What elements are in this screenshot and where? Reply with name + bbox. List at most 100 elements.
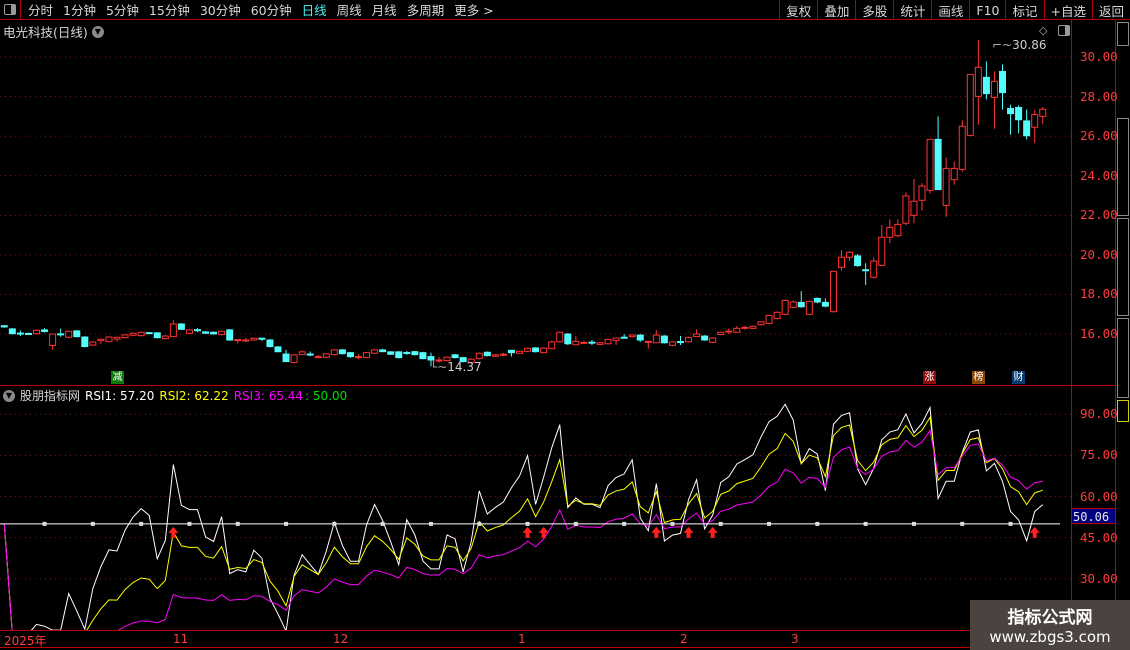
candle-down [532, 347, 540, 353]
candle-up [781, 299, 789, 315]
candle-up [572, 340, 580, 346]
candle-up [355, 356, 362, 359]
candle-up [371, 349, 379, 354]
candle-up [902, 195, 910, 224]
candle-down [226, 329, 234, 341]
candle-down [636, 334, 644, 341]
candle-up [580, 341, 588, 344]
toolbar-button[interactable]: 返回 [1091, 0, 1130, 20]
side-strip-item[interactable] [1117, 118, 1129, 216]
candle-up [1039, 108, 1047, 117]
candle-down [620, 336, 628, 339]
pane-divider[interactable] [0, 385, 1115, 386]
candle-down [507, 349, 515, 354]
candle-up [773, 311, 781, 320]
price-tick-label: 26.00 [1080, 128, 1118, 144]
level-value: : 50.00 [305, 388, 348, 403]
level-marker [622, 521, 627, 526]
low-price-label: └~14.37 [430, 360, 482, 374]
candle-down [24, 332, 32, 335]
watermark: 指标公式网 www.zbgs3.com [970, 600, 1130, 650]
candle-up [668, 341, 676, 346]
rsi3-line [3, 429, 1043, 630]
indicator-name[interactable]: 股朋指标网 [20, 387, 80, 404]
candle-down [306, 353, 314, 356]
level-marker [139, 521, 144, 526]
date-label: 12 [333, 632, 349, 646]
candle-up [725, 330, 733, 333]
buy-signal-arrow-icon [522, 526, 533, 538]
candle-down [16, 332, 24, 335]
candle-up [298, 351, 306, 356]
candle-up [161, 335, 169, 340]
candle-up [49, 333, 57, 347]
level-marker [187, 521, 192, 526]
candle-down [483, 351, 491, 357]
side-strip-item[interactable] [1117, 218, 1129, 316]
candle-up [990, 80, 998, 98]
level-marker [42, 521, 47, 526]
side-strip-item[interactable] [1117, 22, 1129, 46]
candle-up [685, 336, 693, 343]
candle-up [475, 352, 483, 360]
candle-down [999, 70, 1006, 94]
level-marker [573, 521, 578, 526]
level-marker [670, 521, 675, 526]
candle-down [274, 346, 282, 353]
candle-down [934, 138, 942, 191]
level-marker [767, 521, 772, 526]
level-marker [90, 521, 95, 526]
level-marker [911, 521, 916, 526]
candle-up [556, 331, 564, 343]
rsi-tick-label: 30.00 [1080, 570, 1118, 586]
candle-up [242, 339, 250, 342]
buy-signal-arrow-icon [538, 526, 549, 538]
candle-up [717, 331, 725, 335]
candle-up [894, 223, 902, 237]
level-marker [428, 521, 433, 526]
candle-up [709, 337, 717, 343]
candle-down [821, 301, 829, 307]
candle-up [97, 338, 105, 342]
badge-jian[interactable]: 减 [111, 371, 124, 384]
candle-down [588, 341, 596, 344]
price-tick-label: 20.00 [1080, 246, 1118, 262]
buy-signal-arrow-icon [651, 526, 662, 538]
candle-up [33, 329, 40, 335]
candle-up [596, 342, 604, 345]
candle-up [363, 352, 371, 359]
candle-up [322, 353, 330, 358]
candle-up [757, 321, 765, 326]
candle-up [644, 340, 652, 343]
candle-up [628, 334, 636, 338]
candle-down [403, 351, 411, 354]
candle-down [73, 330, 81, 338]
side-strip-item[interactable] [1117, 318, 1129, 398]
candle-down [982, 76, 990, 95]
rsi-tick-label: 60.00 [1080, 488, 1118, 504]
rsi-current-value: 50.06 [1072, 508, 1115, 524]
candle-up [733, 327, 741, 333]
kline-chart[interactable] [0, 0, 1072, 630]
candle-up [966, 73, 974, 137]
price-tick-label: 24.00 [1080, 167, 1118, 183]
badge-zhang[interactable]: 涨 [923, 371, 936, 384]
candle-down [266, 339, 274, 348]
badge-bang[interactable]: 榜 [972, 371, 985, 384]
candle-up [652, 334, 660, 344]
level-marker [332, 521, 337, 526]
side-strip-item[interactable] [1117, 400, 1129, 422]
chevron-down-icon[interactable]: ▼ [3, 389, 15, 402]
candle-down [451, 354, 459, 359]
candle-down [210, 331, 218, 335]
rsi-tick-label: 90.00 [1080, 406, 1118, 422]
high-price-label: ⌐~30.86 [992, 38, 1047, 52]
candle-up [918, 185, 926, 201]
badge-cai[interactable]: 财 [1012, 371, 1025, 384]
rsi3-value: RSI3: 65.44 [233, 388, 304, 403]
buy-signal-arrow-icon [1029, 526, 1040, 538]
candle-up [805, 300, 813, 315]
date-label: 2025年 [4, 634, 47, 648]
date-label: 11 [173, 632, 189, 646]
buy-signal-arrow-icon [707, 526, 718, 538]
